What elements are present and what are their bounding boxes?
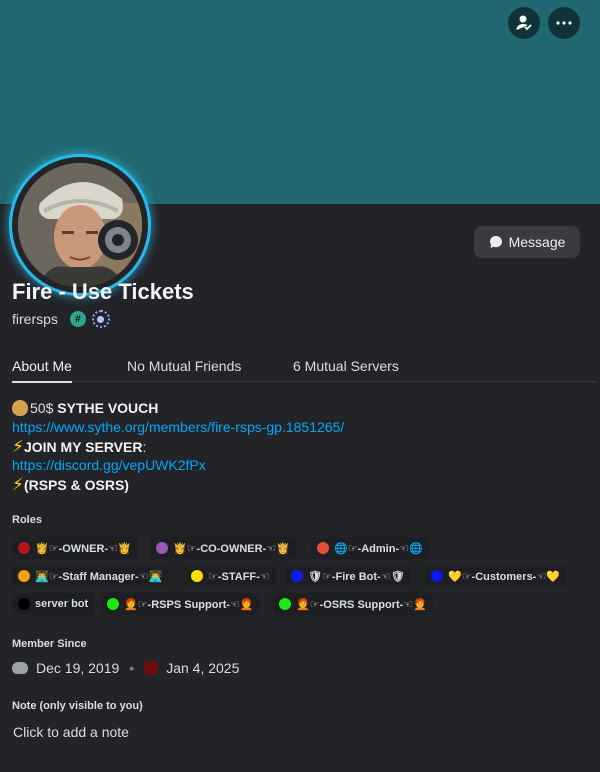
display-name: Fire - Use Tickets <box>12 279 194 304</box>
role-color-dot <box>18 542 30 554</box>
role-name: 💛☞-Customers-☜💛 <box>448 570 560 583</box>
hypesquad-badge-icon[interactable]: # <box>69 311 86 327</box>
username: firersps <box>12 311 58 327</box>
status-indicator <box>98 220 138 260</box>
add-friend-icon <box>516 15 532 31</box>
money-bag-icon <box>12 400 28 416</box>
separator-dot: • <box>129 660 135 676</box>
role-name: server bot <box>35 598 89 610</box>
role-pill[interactable]: 👸☞-OWNER-☜👸 <box>12 537 138 559</box>
role-pill[interactable]: 🧑‍🦰☞-RSPS Support-☜🧑‍🦰 <box>101 593 260 615</box>
roles-title: Roles <box>12 514 42 526</box>
member-since-title: Member Since <box>12 638 87 650</box>
add-friend-button[interactable] <box>508 7 540 39</box>
tab-about-me[interactable]: About Me <box>12 358 72 383</box>
message-button[interactable]: Message <box>474 226 580 258</box>
tab-mutual-servers[interactable]: 6 Mutual Servers <box>293 358 399 382</box>
bio-text: https://discord.gg/vepUWK2fPx <box>12 456 582 475</box>
role-name: 👸☞-CO-OWNER-☜👸 <box>173 542 290 555</box>
note-title: Note (only visible to you) <box>12 700 143 712</box>
more-options-button[interactable] <box>548 7 580 39</box>
role-name: 👸☞-OWNER-☜👸 <box>35 542 132 555</box>
lightning-icon: ⚡ <box>12 475 24 494</box>
note-input[interactable]: Click to add a note <box>13 724 129 740</box>
more-options-icon <box>556 21 572 25</box>
role-color-dot <box>156 542 168 554</box>
role-color-dot <box>317 542 329 554</box>
role-pill[interactable]: server bot <box>12 593 95 615</box>
role-pill[interactable]: 🧑‍🦰☞-OSRS Support-☜🧑‍🦰 <box>273 593 433 615</box>
role-name: ☞-STAFF-☜ <box>208 570 270 583</box>
role-pill[interactable]: 💛☞-Customers-☜💛 <box>425 565 566 587</box>
member-since-row: Dec 19, 2019 • Jan 4, 2025 <box>12 660 239 676</box>
chat-bubble-icon <box>489 236 502 248</box>
bio-text: 50$ SYTHE VOUCH <box>12 399 582 418</box>
role-color-dot <box>191 570 203 582</box>
message-button-label: Message <box>508 234 566 250</box>
role-name: 👨‍💻☞-Staff Manager-☜👨‍💻 <box>35 570 163 583</box>
role-pill[interactable]: 👨‍💻☞-Staff Manager-☜👨‍💻 <box>12 565 169 587</box>
offline-status-icon <box>105 227 131 253</box>
bio-amount: 50$ <box>30 400 54 416</box>
username-row: firersps # <box>12 310 110 328</box>
sythe-link[interactable]: https://www.sythe.org/members/fire-rsps-… <box>12 419 344 435</box>
role-name: 🌐☞-Admin-☜🌐 <box>334 542 423 555</box>
bio-vouch-text: SYTHE VOUCH <box>57 400 159 416</box>
discord-member-date: Dec 19, 2019 <box>36 660 120 676</box>
discord-icon <box>12 662 28 674</box>
tab-mutual-friends[interactable]: No Mutual Friends <box>127 358 241 382</box>
role-color-dot <box>431 570 443 582</box>
quest-badge-icon[interactable] <box>91 310 110 328</box>
role-pill[interactable]: 👸☞-CO-OWNER-☜👸 <box>150 537 296 559</box>
role-pill[interactable]: ☞-STAFF-☜ <box>185 565 276 587</box>
role-color-dot <box>279 598 291 610</box>
role-color-dot <box>18 570 30 582</box>
bio-text: : <box>142 439 147 455</box>
role-pill[interactable]: 🛡☞-Fire Bot-☜🛡 <box>285 565 411 587</box>
role-name: 🧑‍🦰☞-RSPS Support-☜🧑‍🦰 <box>124 598 254 611</box>
server-icon[interactable] <box>144 661 159 675</box>
about-me-bio: 50$ SYTHE VOUCH https://www.sythe.org/me… <box>12 399 582 494</box>
lightning-icon: ⚡ <box>12 437 24 456</box>
role-color-dot <box>18 598 30 610</box>
bio-rsps-text: (RSPS & OSRS) <box>23 477 129 493</box>
role-name: 🛡☞-Fire Bot-☜🛡 <box>308 570 405 583</box>
server-member-date: Jan 4, 2025 <box>166 660 240 676</box>
role-name: 🧑‍🦰☞-OSRS Support-☜🧑‍🦰 <box>296 598 427 611</box>
bio-text: https://www.sythe.org/members/fire-rsps-… <box>12 418 582 437</box>
role-color-dot <box>291 570 303 582</box>
role-pill[interactable]: 🌐☞-Admin-☜🌐 <box>311 537 429 559</box>
bio-join-text: JOIN MY SERVER <box>23 439 143 455</box>
profile-tabs: About Me No Mutual Friends 6 Mutual Serv… <box>12 358 596 383</box>
role-color-dot <box>107 598 119 610</box>
bio-text: ⚡JOIN MY SERVER: <box>12 437 582 456</box>
discord-invite-link[interactable]: https://discord.gg/vepUWK2fPx <box>12 457 206 473</box>
bio-text: ⚡(RSPS & OSRS) <box>12 475 582 494</box>
